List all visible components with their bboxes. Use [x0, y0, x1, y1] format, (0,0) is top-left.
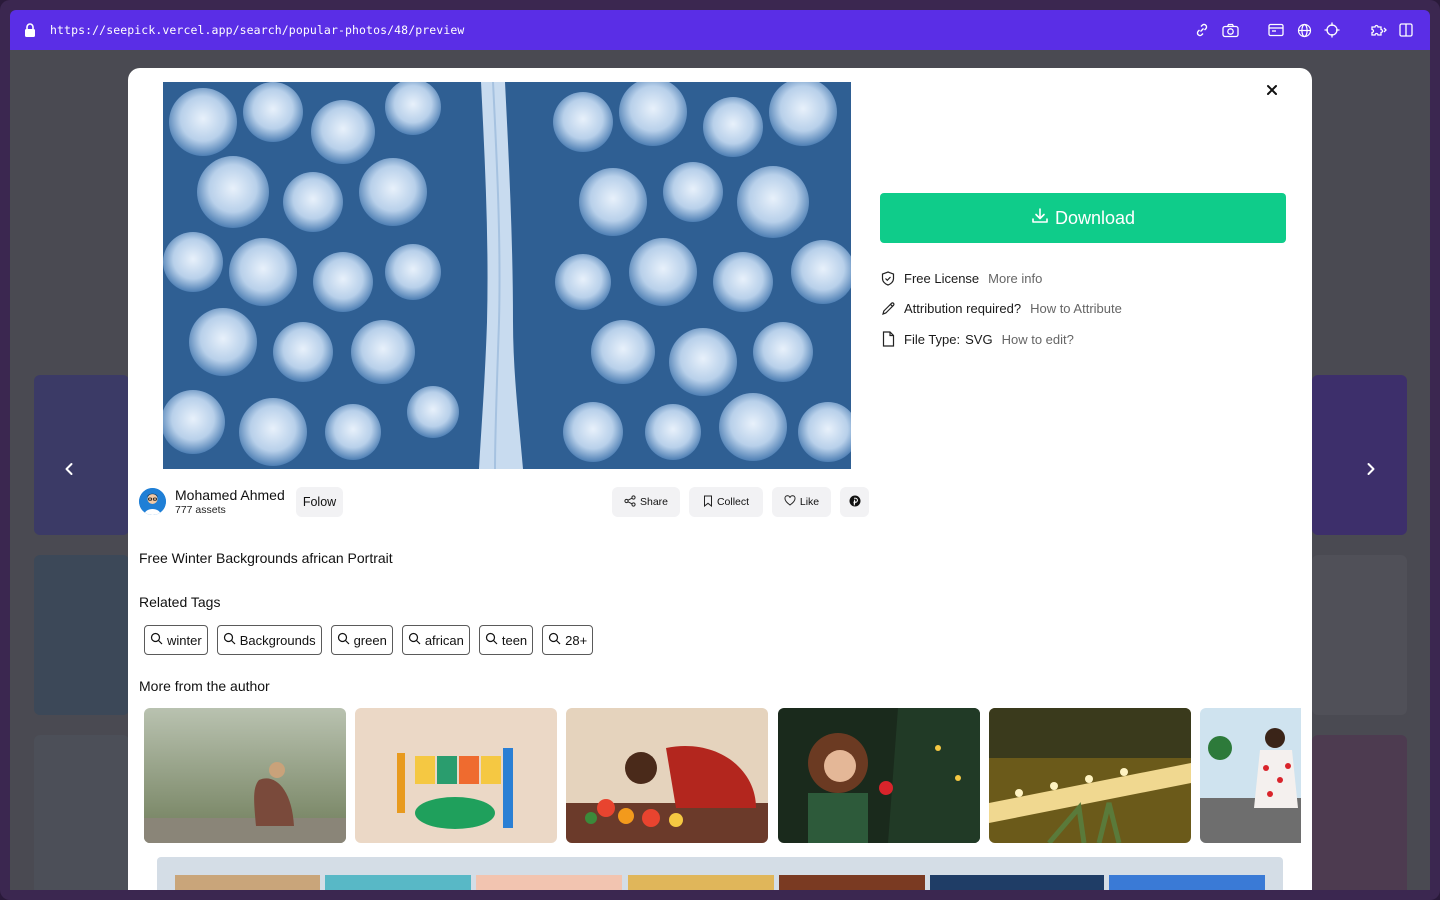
- attribution-row: Attribution required? How to Attribute: [880, 300, 1122, 316]
- next-arrow-icon[interactable]: [1357, 455, 1385, 483]
- search-icon: [408, 632, 421, 648]
- strip-thumbnail[interactable]: [779, 875, 925, 890]
- tag-label: Backgrounds: [239, 632, 316, 648]
- collect-button[interactable]: Collect: [689, 487, 763, 517]
- lock-icon: [24, 23, 36, 37]
- file-type-value: SVG: [965, 331, 993, 347]
- search-icon: [485, 632, 498, 648]
- preview-modal: Download Free License More info Attribut…: [128, 68, 1312, 890]
- strip-thumbnail[interactable]: [476, 875, 622, 890]
- pinterest-button[interactable]: [840, 487, 869, 517]
- tag-list: winter Backgrounds green african teen 28…: [144, 625, 594, 655]
- tag-label: 28+: [565, 632, 588, 648]
- close-icon[interactable]: [1260, 78, 1284, 102]
- crosshair-icon[interactable]: [1318, 21, 1346, 39]
- pinterest-icon: [849, 495, 861, 510]
- file-type-row: File Type: SVG How to edit?: [880, 331, 1074, 347]
- search-icon: [548, 632, 561, 648]
- download-icon: [1031, 207, 1049, 230]
- search-icon: [223, 632, 236, 648]
- tag-more[interactable]: 28+: [542, 625, 594, 655]
- tag-backgrounds[interactable]: Backgrounds: [216, 625, 322, 655]
- strip-thumbnail[interactable]: [175, 875, 320, 890]
- browser-window: https://seepick.vercel.app/search/popula…: [0, 0, 1440, 900]
- strip-thumbnail[interactable]: [628, 875, 774, 890]
- search-icon: [150, 632, 163, 648]
- avatar[interactable]: [139, 488, 166, 515]
- url-text[interactable]: https://seepick.vercel.app/search/popula…: [50, 23, 464, 37]
- thumbnail-clothing-illustration[interactable]: [355, 708, 557, 843]
- file-icon: [880, 331, 896, 347]
- author-assets: 777 assets: [175, 504, 226, 516]
- strip-thumbnail[interactable]: [1109, 875, 1265, 890]
- camera-icon[interactable]: [1216, 21, 1244, 39]
- thumbnail-woman-flowers[interactable]: [566, 708, 768, 843]
- attribution-label: Attribution required?: [904, 300, 1022, 316]
- tag-green[interactable]: green: [330, 625, 393, 655]
- download-button[interactable]: Download: [880, 193, 1286, 243]
- more-from-author-heading: More from the author: [139, 678, 270, 694]
- thumbnail-lit-bridge[interactable]: [989, 708, 1191, 843]
- globe-icon[interactable]: [1290, 21, 1318, 39]
- search-icon: [337, 632, 350, 648]
- how-to-edit-link[interactable]: How to edit?: [1002, 332, 1074, 347]
- share-button[interactable]: Share: [612, 487, 680, 517]
- preview-image: [163, 82, 851, 469]
- collect-label: Collect: [716, 496, 750, 508]
- pencil-icon: [880, 300, 896, 316]
- asset-title: Free Winter Backgrounds african Portrait: [139, 550, 393, 566]
- tag-label: african: [424, 632, 464, 648]
- tag-label: green: [353, 632, 387, 648]
- thumbnail-girl-playing[interactable]: [1200, 708, 1301, 843]
- like-label: Like: [799, 496, 820, 508]
- license-label: Free License: [904, 270, 980, 286]
- heart-icon: [784, 495, 796, 509]
- related-tags-heading: Related Tags: [139, 594, 221, 610]
- author-info: Mohamed Ahmed 777 assets: [139, 487, 285, 516]
- more-info-link[interactable]: More info: [988, 271, 1042, 286]
- tag-label: winter: [167, 632, 202, 648]
- how-to-attribute-link[interactable]: How to Attribute: [1030, 301, 1122, 316]
- tag-african[interactable]: african: [401, 625, 470, 655]
- address-bar[interactable]: https://seepick.vercel.app/search/popula…: [10, 10, 1430, 50]
- follow-button[interactable]: Folow: [296, 487, 343, 517]
- bookmark-icon: [703, 495, 713, 510]
- tag-label: teen: [501, 632, 528, 648]
- link-icon[interactable]: [1188, 21, 1216, 39]
- file-type-label: File Type:: [904, 331, 961, 347]
- share-label: Share: [639, 496, 669, 508]
- tag-winter[interactable]: winter: [144, 625, 208, 655]
- window-icon[interactable]: [1262, 21, 1290, 39]
- extension-icon[interactable]: [1364, 21, 1392, 39]
- shield-icon: [880, 270, 896, 286]
- thumbnail-christmas-tree[interactable]: [778, 708, 980, 843]
- tag-teen[interactable]: teen: [478, 625, 534, 655]
- bottom-gallery-strip: [157, 857, 1283, 890]
- author-name[interactable]: Mohamed Ahmed: [175, 487, 285, 503]
- sidebar-icon[interactable]: [1392, 21, 1420, 39]
- license-row: Free License More info: [880, 270, 1042, 286]
- like-button[interactable]: Like: [772, 487, 831, 517]
- strip-thumbnail[interactable]: [325, 875, 471, 890]
- strip-thumbnail[interactable]: [930, 875, 1104, 890]
- download-label: Download: [1054, 207, 1136, 228]
- thumbnail-woman-sitting[interactable]: [144, 708, 346, 843]
- author-gallery: [144, 708, 1301, 843]
- share-icon: [624, 494, 636, 510]
- previous-arrow-icon[interactable]: [55, 455, 83, 483]
